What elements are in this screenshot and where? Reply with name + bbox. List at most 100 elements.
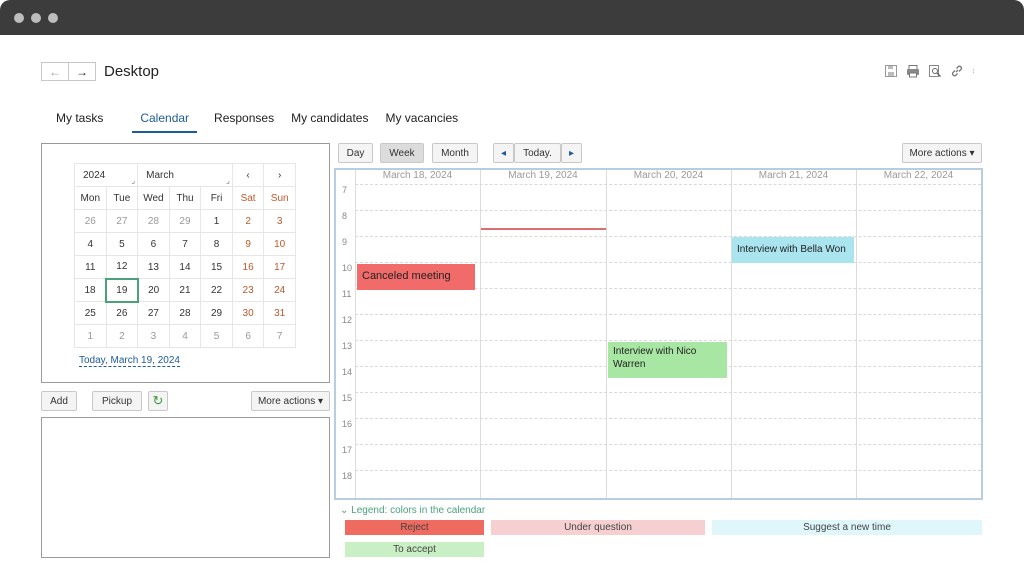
hour-label: 15 — [342, 393, 353, 403]
day-view-button[interactable]: Day — [338, 143, 373, 163]
day-cell[interactable]: 29 — [200, 301, 233, 325]
weekday-label: Thu — [168, 186, 202, 210]
day-cell[interactable]: 1 — [74, 324, 107, 348]
today-link[interactable]: Today, March 19, 2024 — [79, 355, 180, 367]
hour-label: 18 — [342, 471, 353, 481]
day-cell[interactable]: 21 — [168, 278, 202, 302]
day-cell[interactable]: 20 — [137, 278, 170, 302]
day-cell[interactable]: 28 — [168, 301, 202, 325]
weekday-label: Sun — [263, 186, 296, 210]
day-cell[interactable]: 2 — [105, 324, 139, 348]
day-cell[interactable]: 3 — [263, 209, 296, 233]
day-cell[interactable]: 4 — [74, 232, 107, 256]
day-cell[interactable]: 10 — [263, 232, 296, 256]
hour-label: 7 — [342, 185, 348, 195]
print-icon[interactable] — [906, 64, 920, 78]
hour-line — [355, 392, 981, 393]
mini-calendar: 2024 March ‹ › Mon Tue Wed Thu Fri Sat S… — [73, 163, 296, 348]
event-interview-bella-won[interactable]: Interview with Bella Won — [732, 237, 854, 263]
next-week-icon[interactable]: ▸ — [561, 143, 582, 163]
day-cell[interactable]: 27 — [137, 301, 170, 325]
today-button[interactable]: Today. — [514, 143, 561, 163]
day-cell[interactable]: 31 — [263, 301, 296, 325]
weekday-label: Mon — [74, 186, 107, 210]
tab-my-candidates[interactable]: My candidates — [291, 111, 368, 133]
year-select[interactable]: 2024 — [73, 163, 139, 187]
day-cell[interactable]: 4 — [168, 324, 202, 348]
next-month-icon[interactable]: › — [263, 163, 296, 187]
current-time-indicator — [481, 228, 606, 230]
day-cell[interactable]: 28 — [137, 209, 170, 233]
hour-line — [355, 184, 981, 185]
tab-my-tasks[interactable]: My tasks — [56, 111, 103, 133]
day-cell[interactable]: 13 — [137, 255, 170, 279]
day-cell[interactable]: 6 — [231, 324, 265, 348]
day-cell[interactable]: 3 — [137, 324, 170, 348]
week-grid — [334, 168, 983, 500]
day-cell[interactable]: 5 — [105, 232, 139, 256]
task-more-actions-button[interactable]: More actions ▾ — [251, 391, 330, 411]
day-cell[interactable]: 6 — [137, 232, 170, 256]
day-cell[interactable]: 18 — [74, 278, 107, 302]
day-header: March 20, 2024 — [633, 170, 704, 181]
day-header: March 21, 2024 — [758, 170, 829, 181]
month-view-button[interactable]: Month — [432, 143, 478, 163]
day-cell[interactable]: 5 — [200, 324, 233, 348]
day-cell[interactable]: 7 — [168, 232, 202, 256]
column-divider — [731, 170, 732, 498]
tab-calendar[interactable]: Calendar — [132, 111, 198, 133]
tab-my-vacancies[interactable]: My vacancies — [385, 111, 458, 133]
day-cell[interactable]: 26 — [105, 301, 139, 325]
event-canceled-meeting[interactable]: Canceled meeting — [357, 264, 475, 290]
day-cell[interactable]: 1 — [200, 209, 233, 233]
refresh-icon[interactable]: ↻ — [148, 391, 168, 411]
day-cell[interactable]: 11 — [74, 255, 107, 279]
tab-responses[interactable]: Responses — [214, 111, 274, 133]
day-cell[interactable]: 30 — [231, 301, 265, 325]
history-nav: ← → — [41, 62, 96, 81]
day-cell[interactable]: 14 — [168, 255, 202, 279]
event-interview-nico-warren[interactable]: Interview with Nico Warren — [608, 342, 727, 378]
arrow-left-icon[interactable]: ← — [42, 63, 68, 80]
day-cell[interactable]: 16 — [231, 255, 265, 279]
pickup-button[interactable]: Pickup — [92, 391, 142, 411]
weekday-label: Sat — [231, 186, 265, 210]
weekday-label: Fri — [200, 186, 233, 210]
hour-line — [355, 340, 981, 341]
kebab-menu-icon[interactable] — [972, 64, 978, 78]
prev-week-icon[interactable]: ◂ — [493, 143, 514, 163]
legend-title: Legend: colors in the calendar — [351, 505, 486, 516]
day-cell[interactable]: 12 — [105, 255, 139, 279]
day-cell[interactable]: 29 — [168, 209, 202, 233]
day-cell[interactable]: 24 — [263, 278, 296, 302]
column-divider — [480, 170, 481, 498]
day-cell[interactable]: 15 — [200, 255, 233, 279]
day-header: March 22, 2024 — [883, 170, 954, 181]
day-cell[interactable]: 7 — [263, 324, 296, 348]
prev-month-icon[interactable]: ‹ — [231, 163, 265, 187]
day-cell[interactable]: 8 — [200, 232, 233, 256]
add-button[interactable]: Add — [41, 391, 77, 411]
day-cell[interactable]: 9 — [231, 232, 265, 256]
day-cell[interactable]: 23 — [231, 278, 265, 302]
arrow-right-icon[interactable]: → — [68, 63, 95, 80]
day-cell[interactable]: 26 — [74, 209, 107, 233]
day-cell[interactable]: 27 — [105, 209, 139, 233]
hour-line — [355, 418, 981, 419]
day-cell[interactable]: 25 — [74, 301, 107, 325]
month-select[interactable]: March — [137, 163, 233, 187]
week-view-button[interactable]: Week — [380, 143, 424, 163]
column-divider — [856, 170, 857, 498]
day-cell[interactable]: 17 — [263, 255, 296, 279]
page-title: Desktop — [104, 63, 160, 80]
legend-to-accept: To accept — [345, 542, 484, 557]
search-document-icon[interactable] — [928, 64, 942, 78]
calendar-more-actions-button[interactable]: More actions ▾ — [902, 143, 982, 163]
day-cell-today[interactable]: 19 — [105, 277, 139, 303]
link-icon[interactable] — [950, 64, 964, 78]
day-cell[interactable]: 2 — [231, 209, 265, 233]
save-icon[interactable] — [884, 64, 898, 78]
hour-label: 12 — [342, 315, 353, 325]
legend-toggle[interactable]: ⌄ Legend: colors in the calendar — [340, 505, 485, 516]
day-cell[interactable]: 22 — [200, 278, 233, 302]
